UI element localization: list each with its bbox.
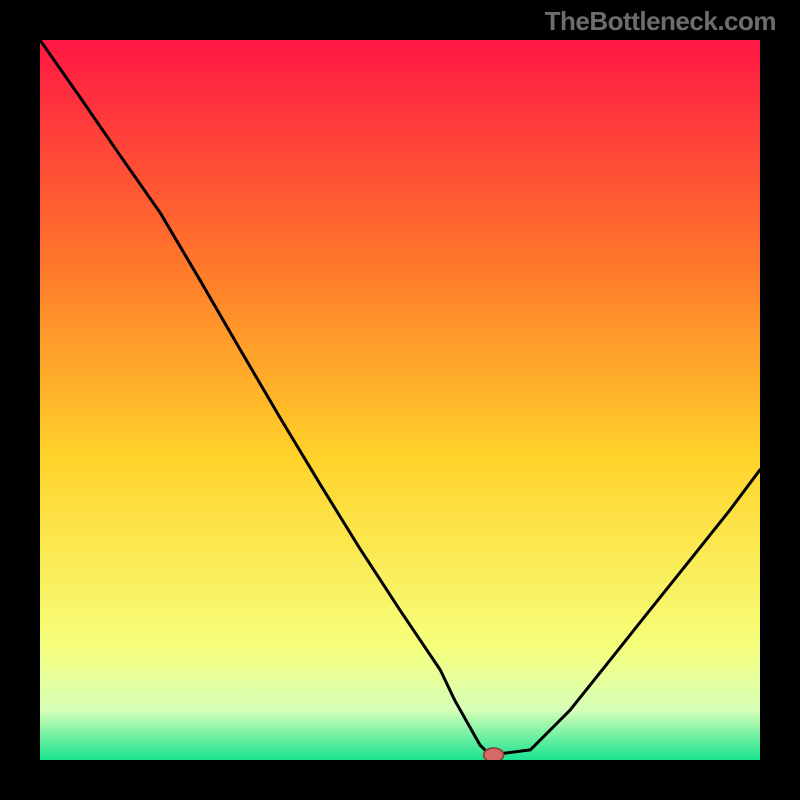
gradient-background bbox=[40, 40, 760, 760]
plot-area bbox=[40, 40, 760, 760]
watermark-text: TheBottleneck.com bbox=[545, 6, 776, 37]
plot-svg bbox=[40, 40, 760, 760]
optimal-marker bbox=[484, 748, 504, 760]
chart-frame: TheBottleneck.com bbox=[0, 0, 800, 800]
